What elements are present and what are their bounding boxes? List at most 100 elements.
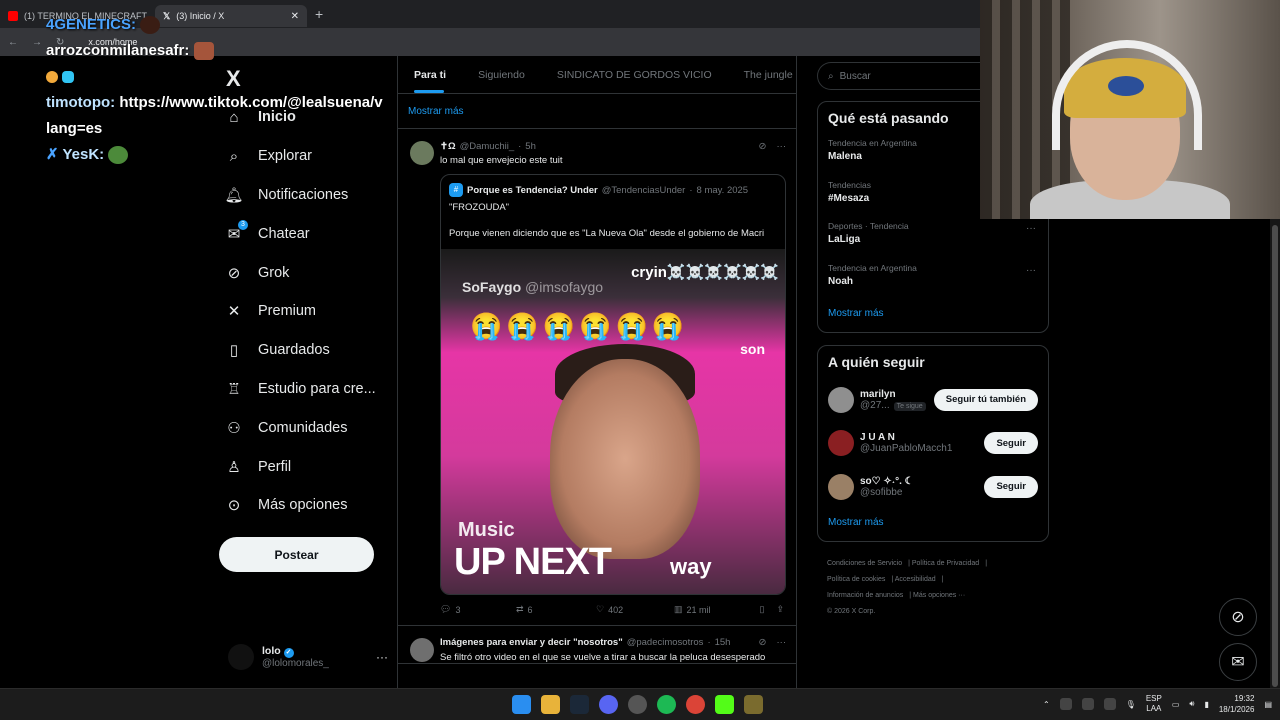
follow-suggestion[interactable]: marilyn @27... Te sigue Seguir tú también bbox=[818, 378, 1048, 422]
sidebar-item-label: Estudio para cre... bbox=[258, 380, 376, 397]
tab-sindicato[interactable]: SINDICATO DE GORDOS VICIO bbox=[541, 56, 728, 93]
sidebar-item-chatear[interactable]: ✉ 3 Chatear bbox=[224, 214, 394, 253]
volume-icon[interactable]: 🔊︎ bbox=[1189, 699, 1194, 709]
messages-fab[interactable]: ✉ bbox=[1219, 643, 1257, 681]
avatar[interactable] bbox=[828, 386, 854, 413]
like-button[interactable]: ♡ 402 bbox=[596, 604, 674, 615]
notification-icon[interactable]: ▤ bbox=[1264, 700, 1272, 709]
discord-icon[interactable] bbox=[599, 695, 618, 714]
tweet-media-image[interactable]: SoFaygo @imsofaygo cryin☠️☠️☠️☠️☠️☠️ 😭😭😭… bbox=[441, 248, 785, 594]
more-icon[interactable]: ··· bbox=[1026, 265, 1036, 276]
back-icon[interactable]: ← bbox=[8, 37, 18, 48]
trend-item[interactable]: Tendencia en Argentina Noah ··· bbox=[818, 259, 1048, 301]
post-button[interactable]: Postear bbox=[219, 537, 374, 572]
tray-app-icon[interactable] bbox=[1103, 698, 1116, 710]
windows-start-icon[interactable] bbox=[512, 695, 531, 714]
tweet-time[interactable]: 5h bbox=[525, 141, 536, 152]
battery-icon[interactable]: ▮ bbox=[1204, 700, 1208, 709]
sidebar-item-mas-opciones[interactable]: ⊙ Más opciones bbox=[224, 486, 394, 525]
chat-message bbox=[46, 66, 386, 92]
avatar[interactable] bbox=[828, 473, 854, 500]
search-input[interactable]: Buscar bbox=[840, 71, 871, 82]
sidebar-item-guardados[interactable]: ▯ Guardados bbox=[224, 331, 394, 370]
footer-link[interactable]: Política de Privacidad bbox=[912, 560, 979, 567]
chrome-icon[interactable] bbox=[686, 695, 705, 714]
account-switcher[interactable]: lolo ✓ @lolomorales_ ··· bbox=[228, 644, 388, 670]
search-box[interactable]: ⌕ Buscar bbox=[817, 62, 987, 90]
tab-the-jungle[interactable]: The jungle bbox=[728, 56, 796, 93]
network-icon[interactable]: ▭ bbox=[1172, 700, 1180, 709]
hashtag-icon: # bbox=[449, 183, 463, 197]
tweet-handle[interactable]: @padecimosotros bbox=[627, 637, 704, 648]
emote-icon bbox=[108, 146, 129, 165]
quoted-tweet[interactable]: # Porque es Tendencia? Under @Tendencias… bbox=[440, 174, 786, 595]
footer-link[interactable]: Política de cookies bbox=[827, 576, 885, 583]
repost-button[interactable]: ⇄ 6 bbox=[516, 604, 596, 615]
minecraft-icon[interactable] bbox=[744, 695, 763, 714]
more-icon[interactable]: ··· bbox=[777, 637, 787, 648]
tray-app-icon[interactable] bbox=[1081, 698, 1094, 710]
kick-icon[interactable] bbox=[715, 695, 734, 714]
tab-para-ti[interactable]: Para ti bbox=[398, 56, 462, 93]
more-icon[interactable]: ··· bbox=[777, 141, 787, 152]
tweet-author[interactable]: ✝Ω bbox=[440, 141, 456, 152]
more-icon[interactable]: ··· bbox=[1026, 223, 1036, 234]
grok-fab[interactable]: ⊘ bbox=[1219, 598, 1257, 636]
tweet-handle[interactable]: @Damuchii_ bbox=[460, 141, 515, 152]
headset-icon bbox=[1052, 40, 1202, 150]
sidebar-item-grok[interactable]: ⊘ Grok bbox=[224, 253, 394, 292]
chevron-up-icon[interactable]: ⌃ bbox=[1043, 700, 1050, 709]
obs-icon[interactable] bbox=[628, 695, 647, 714]
scrollbar[interactable] bbox=[1270, 219, 1280, 688]
emote-icon bbox=[140, 16, 161, 35]
sidebar-item-premium[interactable]: ✕ Premium bbox=[224, 292, 394, 331]
follow-button[interactable]: Seguir bbox=[984, 475, 1038, 498]
grok-icon[interactable]: ⊘ bbox=[759, 637, 767, 648]
follow-button[interactable]: Seguir bbox=[984, 432, 1038, 455]
clock[interactable]: 19:32 18/1/2026 bbox=[1219, 693, 1255, 715]
show-more-trends-link[interactable]: Mostrar más bbox=[818, 300, 1048, 331]
steam-icon[interactable] bbox=[570, 695, 589, 714]
reply-button[interactable]: 💬︎ 3 bbox=[440, 604, 516, 615]
scrollbar-thumb[interactable] bbox=[1272, 225, 1278, 687]
footer-link[interactable]: Más opciones ··· bbox=[913, 592, 965, 599]
sidebar-item-comunidades[interactable]: ⚇ Comunidades bbox=[224, 408, 394, 447]
tweet-header-actions: ⊘ ··· bbox=[759, 637, 786, 648]
tweet-author[interactable]: Imágenes para enviar y decir "nosotros" bbox=[440, 637, 623, 648]
file-explorer-icon[interactable] bbox=[541, 695, 560, 714]
spotify-icon[interactable] bbox=[657, 695, 676, 714]
bookmark-icon[interactable]: ▯ bbox=[760, 604, 765, 615]
sidebar-item-notificaciones[interactable]: 🔔︎ Notificaciones bbox=[224, 176, 394, 215]
grok-icon[interactable]: ⊘ bbox=[759, 141, 767, 152]
language-indicator[interactable]: ESP LAA bbox=[1146, 694, 1162, 714]
sidebar-item-label: Más opciones bbox=[258, 497, 348, 514]
forward-icon[interactable]: → bbox=[32, 37, 42, 48]
footer-link[interactable]: Accesibilidad bbox=[895, 576, 936, 583]
sidebar-item-estudio[interactable]: ♖ Estudio para cre... bbox=[224, 370, 394, 409]
avatar[interactable] bbox=[410, 637, 434, 662]
system-tray: ⌃ 🎙︎ ESP LAA ▭ 🔊︎ ▮ 19:32 18/1/2026 ▤ bbox=[1043, 693, 1272, 715]
trend-item[interactable]: Deportes · Tendencia LaLiga ··· bbox=[818, 217, 1048, 259]
microphone-icon[interactable]: 🎙︎ bbox=[1126, 700, 1136, 709]
footer-links: Condiciones de Servicio | Política de Pri… bbox=[827, 556, 1027, 620]
tweet[interactable]: ✝Ω @Damuchii_ · 5h ⊘ ··· lo mal que enve… bbox=[398, 129, 796, 626]
views-button[interactable]: ▥ 21 mil bbox=[674, 604, 752, 615]
tray-app-icon[interactable] bbox=[1059, 698, 1072, 710]
avatar[interactable] bbox=[410, 141, 434, 165]
footer-link[interactable]: Condiciones de Servicio bbox=[827, 560, 902, 567]
crying-emoji-icon: 😭😭😭😭😭😭 bbox=[470, 310, 689, 341]
tweet[interactable]: Imágenes para enviar y decir "nosotros" … bbox=[398, 626, 796, 664]
share-icon[interactable]: ⇪ bbox=[776, 604, 784, 615]
tab-siguiendo[interactable]: Siguiendo bbox=[462, 56, 541, 93]
avatar[interactable] bbox=[828, 430, 854, 457]
follow-suggestion[interactable]: J U A N @JuanPabloMacch1 Seguir bbox=[818, 422, 1048, 466]
more-icon[interactable]: ··· bbox=[376, 650, 388, 664]
follow-back-button[interactable]: Seguir tú también bbox=[933, 388, 1038, 411]
follow-suggestion[interactable]: so♡ ✧˖°. ☾ @sofibbe Seguir bbox=[818, 465, 1048, 509]
show-more-follow-link[interactable]: Mostrar más bbox=[818, 509, 1048, 540]
sword-icon: ✗ bbox=[46, 146, 59, 163]
footer-link[interactable]: Información de anuncios bbox=[827, 592, 903, 599]
show-more-link[interactable]: Mostrar más bbox=[398, 94, 796, 129]
tweet-time[interactable]: 15h bbox=[715, 637, 731, 648]
sidebar-item-perfil[interactable]: ♙ Perfil bbox=[224, 447, 394, 486]
